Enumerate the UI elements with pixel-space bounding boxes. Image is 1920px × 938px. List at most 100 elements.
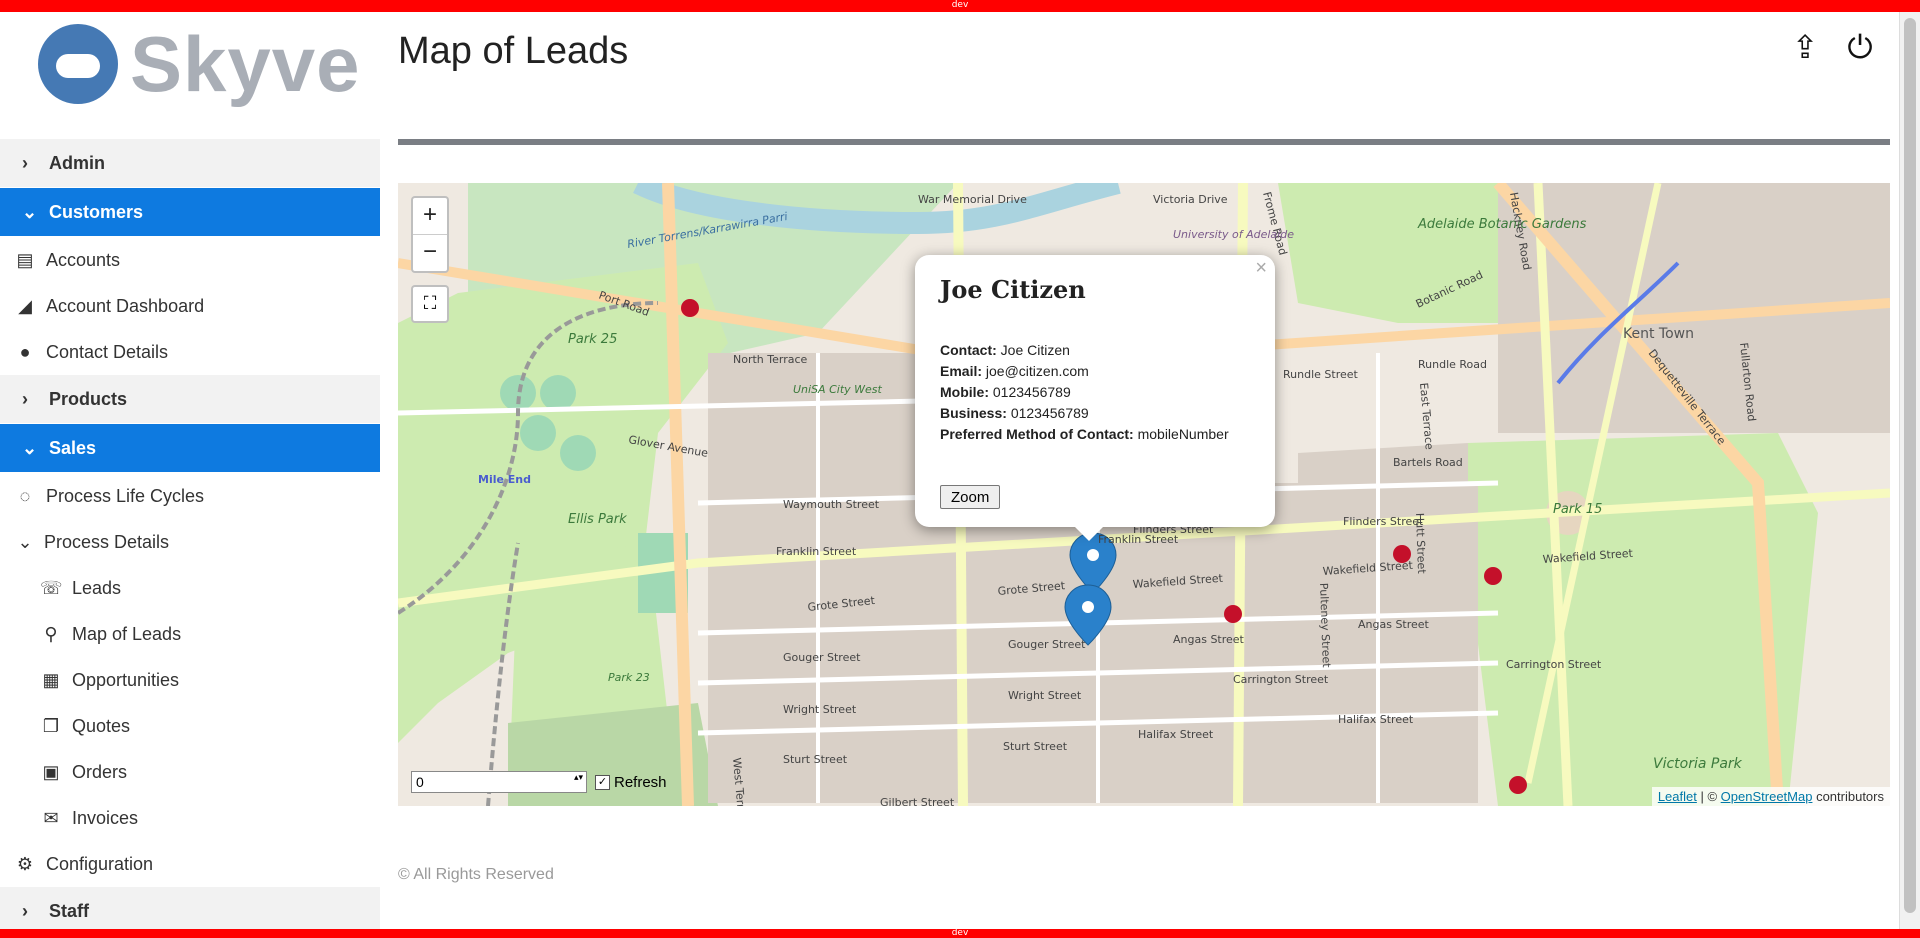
svg-text:War Memorial Drive: War Memorial Drive <box>918 193 1027 206</box>
svg-text:Angas Street: Angas Street <box>1358 618 1430 631</box>
svg-text:Park 25: Park 25 <box>568 332 617 347</box>
refresh-interval-input[interactable]: 0 <box>411 771 587 793</box>
popup-field: Email: joe@citizen.com <box>940 363 1089 379</box>
book-icon: ▤ <box>16 249 34 270</box>
svg-text:Wright Street: Wright Street <box>1008 689 1082 702</box>
map-attribution: Leaflet | © OpenStreetMap contributors <box>1651 787 1890 806</box>
popup-fields: Contact: Joe Citizen Email: joe@citizen.… <box>940 340 1229 445</box>
zoom-out-button[interactable]: − <box>413 235 447 271</box>
chevron-right-icon: › <box>22 152 28 173</box>
footer-copyright: © All Rights Reserved <box>398 866 554 883</box>
nav-item-label: Process Life Cycles <box>46 485 205 506</box>
file-text-icon: ▣ <box>42 761 60 782</box>
map-marker-icon: ⚲ <box>44 623 58 644</box>
nav-item-process-details[interactable]: ⌄ Process Details <box>0 519 380 565</box>
svg-text:Franklin Street: Franklin Street <box>776 545 857 558</box>
svg-text:Gilbert Street: Gilbert Street <box>880 796 955 806</box>
nav-group-admin[interactable]: › Admin <box>0 139 380 188</box>
nav-item-label: Account Dashboard <box>46 295 205 316</box>
popup-field: Mobile: 0123456789 <box>940 384 1071 400</box>
nav-item-label: Map of Leads <box>72 623 182 644</box>
svg-text:Kent Town: Kent Town <box>1623 326 1694 342</box>
svg-text:Sturt Street: Sturt Street <box>783 753 848 766</box>
nav-item-leads[interactable]: ☏ Leads <box>0 565 380 611</box>
nav-item-map-of-leads[interactable]: ⚲ Map of Leads <box>0 611 380 657</box>
svg-text:UniSA City West: UniSA City West <box>793 383 883 396</box>
refresh-checkbox[interactable]: ✓ <box>595 774 610 790</box>
env-banner-top: dev <box>0 0 1920 12</box>
envelope-icon: ✉ <box>43 807 59 828</box>
newspaper-icon: ▦ <box>42 669 60 690</box>
sidebar: Skyve › Admin ⌄ Customers ▤ Accounts ◢ A… <box>0 12 380 929</box>
popup-field: Preferred Method of Contact: mobileNumbe… <box>940 426 1229 442</box>
refresh-label: Refresh <box>614 773 667 791</box>
lead-popup: × Joe Citizen Contact: Joe Citizen Email… <box>915 255 1275 541</box>
popup-field: Business: 0123456789 <box>940 405 1089 421</box>
logo-text: Skyve <box>130 20 361 108</box>
svg-text:Rundle Road: Rundle Road <box>1418 358 1487 371</box>
scrollbar-thumb[interactable] <box>1904 18 1916 913</box>
fullscreen-icon[interactable]: ⛶ <box>411 285 449 323</box>
svg-text:Flinders Street: Flinders Street <box>1343 515 1424 528</box>
cogs-icon: ⚙ <box>16 853 34 874</box>
nav-item-quotes[interactable]: ❐ Quotes <box>0 703 380 749</box>
chevron-down-icon: ⌄ <box>22 201 38 222</box>
nav-item-label: Quotes <box>72 715 131 736</box>
nav-group-sales[interactable]: ⌄ Sales <box>0 424 380 473</box>
chevron-down-icon: ⌄ <box>17 531 33 552</box>
svg-text:University of Adelaide: University of Adelaide <box>1173 228 1294 241</box>
nav-item-label: Process Details <box>44 531 170 552</box>
nav-item-label: Contact Details <box>46 341 169 362</box>
svg-text:Ellis Park: Ellis Park <box>568 512 627 527</box>
popup-zoom-button[interactable]: Zoom <box>940 485 1001 509</box>
svg-text:Victoria Park: Victoria Park <box>1653 756 1743 772</box>
leaflet-link[interactable]: Leaflet <box>1658 789 1697 804</box>
nav-item-label: Invoices <box>72 807 139 828</box>
zoom-in-button[interactable]: + <box>413 198 447 235</box>
nav-item-account-dashboard[interactable]: ◢ Account Dashboard <box>0 283 380 329</box>
svg-text:Sturt Street: Sturt Street <box>1003 740 1068 753</box>
svg-text:Carrington Street: Carrington Street <box>1506 658 1602 671</box>
svg-text:Carrington Street: Carrington Street <box>1233 673 1329 686</box>
chevron-down-icon: ⌄ <box>22 437 38 458</box>
nav-group-products[interactable]: › Products <box>0 375 380 424</box>
svg-text:Bartels Road: Bartels Road <box>1393 456 1463 469</box>
skyve-logo-icon <box>38 24 118 104</box>
nav-group-staff[interactable]: › Staff <box>0 887 380 929</box>
svg-text:North Terrace: North Terrace <box>733 353 808 366</box>
osm-link[interactable]: OpenStreetMap <box>1721 789 1813 804</box>
nav-group-label: Sales <box>49 437 97 458</box>
nav-item-opportunities[interactable]: ▦ Opportunities <box>0 657 380 703</box>
nav-group-label: Products <box>49 388 128 409</box>
nav-item-label: Leads <box>72 577 122 598</box>
circle-notch-icon: ◌ <box>19 485 31 506</box>
svg-text:Mile End: Mile End <box>478 473 531 486</box>
area-chart-icon: ◢ <box>18 295 32 316</box>
zoom-control: + − <box>411 196 449 273</box>
nav-group-customers[interactable]: ⌄ Customers <box>0 188 380 237</box>
svg-text:Gouger Street: Gouger Street <box>1008 638 1086 651</box>
nav-item-configuration[interactable]: ⚙ Configuration <box>0 841 380 887</box>
nav-item-process-life-cycles[interactable]: ◌ Process Life Cycles <box>0 473 380 519</box>
nav-group-label: Customers <box>49 201 144 222</box>
nav-item-invoices[interactable]: ✉ Invoices <box>0 795 380 841</box>
leads-map[interactable]: Port Road North Terrace Glover Avenue Mi… <box>398 183 1890 806</box>
chevron-right-icon: › <box>22 900 28 921</box>
svg-text:Rundle Street: Rundle Street <box>1283 368 1359 381</box>
svg-text:Adelaide Botanic Gardens: Adelaide Botanic Gardens <box>1417 217 1587 232</box>
nav-group-label: Staff <box>49 900 89 921</box>
page-scrollbar[interactable] <box>1899 12 1920 929</box>
nav-item-orders[interactable]: ▣ Orders <box>0 749 380 795</box>
chevron-right-icon: › <box>22 388 28 409</box>
power-icon[interactable]: ⏻ <box>1842 28 1878 66</box>
nav-item-label: Orders <box>72 761 128 782</box>
share-icon[interactable]: ⇪ <box>1787 28 1823 66</box>
nav-group-label: Admin <box>49 152 105 173</box>
nav-item-contact-details[interactable]: ● Contact Details <box>0 329 380 375</box>
logo[interactable]: Skyve <box>38 24 361 104</box>
popup-field: Contact: Joe Citizen <box>940 342 1070 358</box>
svg-text:Wright Street: Wright Street <box>783 703 857 716</box>
users-icon: ● <box>19 341 31 362</box>
popup-close-icon[interactable]: × <box>1255 257 1267 280</box>
nav-item-accounts[interactable]: ▤ Accounts <box>0 237 380 283</box>
